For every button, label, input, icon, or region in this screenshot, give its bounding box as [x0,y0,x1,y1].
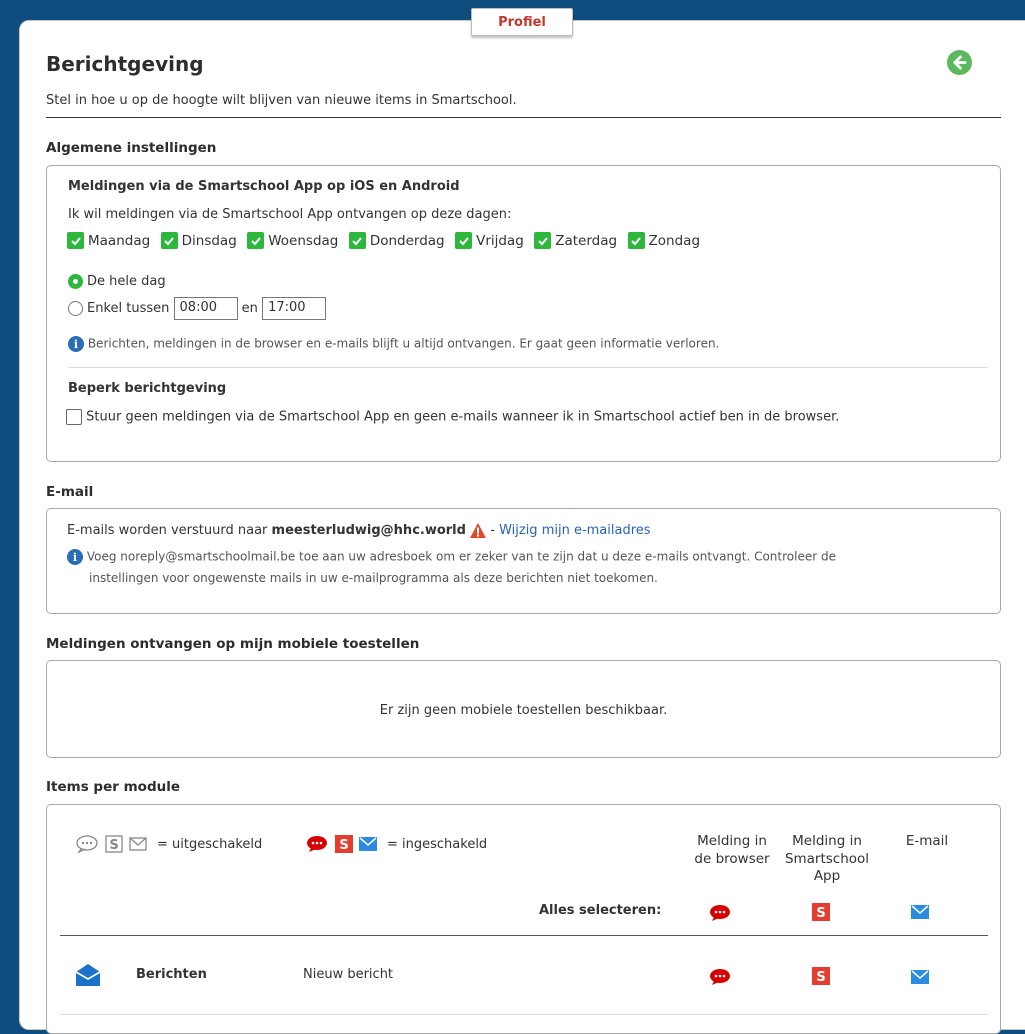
general-divider [68,367,988,368]
general-info-text: Berichten, meldingen in de browser en e-… [87,336,720,351]
day-label: Zondag [648,232,701,249]
email-box: E-mails worden verstuurd naar meesterlud… [46,508,1001,614]
col-browser-line1: Melding in [697,833,767,849]
day-label: Zaterdag [555,232,618,249]
radio-selected-icon[interactable] [68,274,83,289]
day-zaterdag[interactable]: Zaterdag [534,232,617,249]
legend-enabled: S = ingeschakeld [305,835,487,853]
email-sent-to: E-mails worden verstuurd naar [67,523,268,538]
back-arrow-icon[interactable] [947,50,972,75]
smartschool-enabled-icon: S [335,835,353,853]
app-toggle-icon[interactable]: S [812,967,830,985]
day-woensdag[interactable]: Woensdag [247,232,338,249]
module-name: Berichten [136,967,207,982]
svg-text:S: S [109,838,118,853]
email-info-line2: instellingen voor ongewenste mails in uw… [89,571,658,585]
day-dinsdag[interactable]: Dinsdag [160,232,237,249]
email-toggle-icon[interactable] [911,970,929,984]
change-email-link[interactable]: Wijzig mijn e-mailadres [499,523,650,538]
section-mobile-label: Meldingen ontvangen op mijn mobiele toes… [46,636,420,652]
select-all-email-icon[interactable] [911,905,929,919]
day-label: Maandag [88,232,151,249]
info-icon: i [67,549,83,565]
day-label: Woensdag [268,232,339,249]
checkbox-checked-icon[interactable] [348,232,366,249]
time-from-input[interactable]: 08:00 [173,297,238,320]
general-settings-box: Meldingen via de Smartschool App op iOS … [46,165,1001,462]
time-and-label: en [241,301,258,316]
col-browser-line2: de browser [694,850,770,867]
smartschool-disabled-icon: S [105,835,123,853]
app-notifications-title: Meldingen via de Smartschool App op iOS … [68,179,460,194]
day-label: Vrijdag [476,232,524,249]
radio-unselected-icon[interactable] [68,301,83,316]
page-subtitle: Stel in hoe u op de hoogte wilt blijven … [46,93,517,108]
col-app-line2: Smartschool [784,850,870,867]
mail-disabled-icon [129,837,147,851]
svg-text:S: S [339,838,348,853]
limit-option-label: Stuur geen meldingen via de Smartschool … [86,409,840,425]
radio-whole-day[interactable]: De hele dag [68,274,166,289]
day-donderdag[interactable]: Donderdag [348,232,445,249]
radio-whole-day-label: De hele dag [87,274,166,289]
radio-between-label: Enkel tussen [87,301,170,316]
select-all-browser-icon[interactable] [708,904,732,922]
col-app-line1: Melding in [792,833,862,849]
section-general-label: Algemene instellingen [46,140,217,156]
time-to-input[interactable]: 17:00 [262,297,327,320]
email-line: E-mails worden verstuurd naar meesterlud… [67,523,651,538]
select-all-app-icon[interactable]: S [812,903,830,921]
select-all-label: Alles selecteren: [539,903,662,918]
days-list: Maandag Dinsdag Woensdag Donderdag Vrijd… [67,232,706,251]
checkbox-checked-icon[interactable] [455,232,473,249]
chat-disabled-icon [76,835,98,853]
svg-text:S: S [816,970,825,985]
legend-disabled: S = uitgeschakeld [75,835,262,853]
mobile-empty-text: Er zijn geen mobiele toestellen beschikb… [379,703,668,718]
checkbox-checked-icon[interactable] [67,232,84,249]
email-info: i Voeg noreply@smartschoolmail.be toe aa… [67,549,836,565]
mail-enabled-icon [359,837,377,851]
radio-between[interactable]: Enkel tussen 08:00 en 17:00 [68,297,327,320]
checkbox-checked-icon[interactable] [627,232,645,249]
legend-enabled-label: = ingeschakeld [387,836,488,852]
browser-toggle-icon[interactable] [708,968,732,986]
chat-enabled-icon [307,836,327,852]
warning-icon [470,523,487,538]
limit-option[interactable]: Stuur geen meldingen via de Smartschool … [66,409,839,425]
mobile-box: Er zijn geen mobiele toestellen beschikb… [46,660,1001,758]
checkbox-unchecked-icon[interactable] [66,409,82,425]
info-icon: i [68,336,84,352]
general-info: i Berichten, meldingen in de browser en … [68,336,719,352]
day-label: Dinsdag [181,232,237,249]
module-description: Nieuw bericht [303,967,394,982]
checkbox-checked-icon[interactable] [160,232,178,249]
col-email-header: E-mail [905,833,949,849]
col-app-line3: App [813,868,841,885]
day-label: Donderdag [369,232,445,249]
page-title: Berichtgeving [46,52,204,76]
email-separator: - [490,523,495,538]
checkbox-checked-icon[interactable] [534,232,552,249]
tab-profiel[interactable]: Profiel [471,8,573,36]
day-vrijdag[interactable]: Vrijdag [455,232,524,249]
limit-title: Beperk berichtgeving [68,381,227,396]
col-app-header: Melding in Smartschool App [772,833,882,886]
legend-disabled-label: = uitgeschakeld [157,836,263,852]
row-divider [60,1014,988,1015]
table-row: Berichten Nieuw bericht S [47,936,1000,1016]
section-email-label: E-mail [46,484,94,500]
modules-box: S = uitgeschakeld S = ingeschakeld Meldi… [46,804,1001,1034]
days-intro: Ik wil meldingen via de Smartschool App … [68,207,512,222]
day-zondag[interactable]: Zondag [627,232,701,249]
title-divider [46,117,1001,118]
svg-text:S: S [816,906,825,921]
email-address: meesterludwig@hhc.world [271,523,466,538]
messages-module-icon [75,964,101,986]
col-browser-header: Melding in de browser [677,833,787,868]
section-modules-label: Items per module [46,779,181,795]
email-info-line1: Voeg noreply@smartschoolmail.be toe aan … [86,549,836,564]
checkbox-checked-icon[interactable] [247,232,265,249]
day-maandag[interactable]: Maandag [67,232,150,249]
